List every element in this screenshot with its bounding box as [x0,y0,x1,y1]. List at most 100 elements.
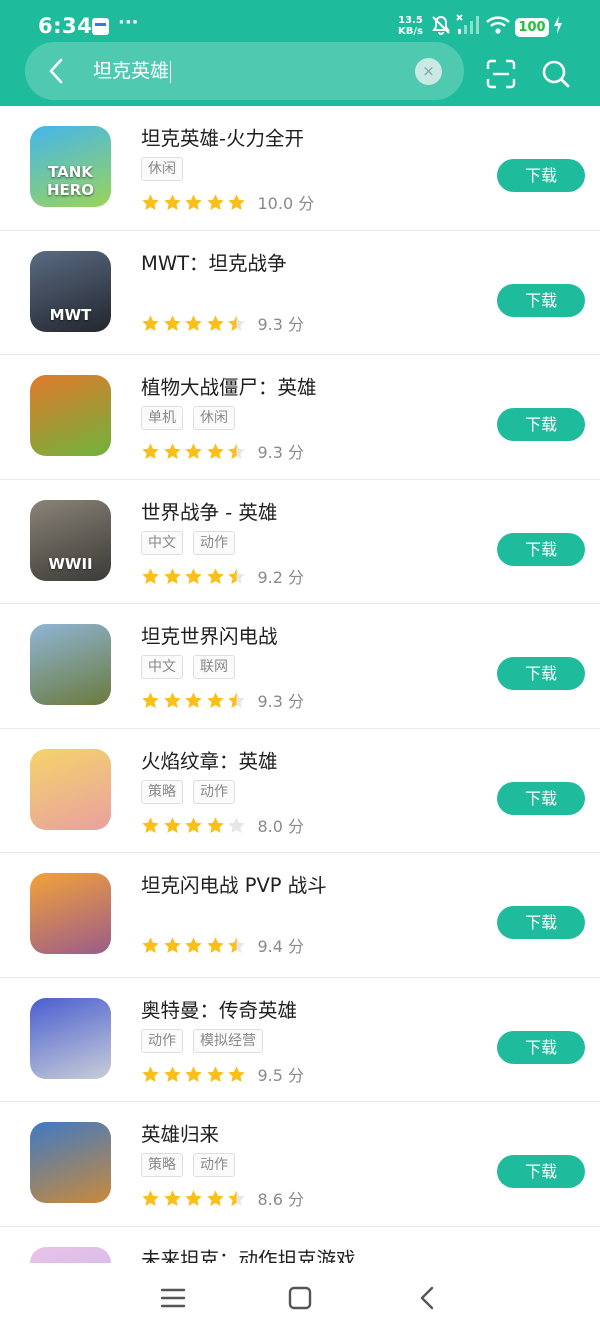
star-icon [228,816,245,833]
star-rating [141,192,249,212]
app-list-item[interactable]: 植物大战僵尸：英雄单机 休闲 9.3 分 下载 [0,355,600,480]
app-rating: 9.4 分 [141,933,304,957]
star-icon [163,816,181,833]
scan-icon[interactable] [486,59,516,89]
download-button[interactable]: 下载 [497,906,585,939]
download-button[interactable]: 下载 [497,532,585,566]
app-score: 9.3 分 [257,443,305,462]
search-input[interactable]: 坦克英雄 [93,58,172,84]
app-title[interactable]: 植物大战僵尸：英雄 [141,371,317,400]
star-icon [185,692,202,709]
search-icon[interactable] [541,59,571,89]
star-rating [141,935,249,955]
app-list-item[interactable]: 火焰纹章：英雄 策略 动作 8.0 分 下载 [0,729,600,853]
download-button[interactable]: 下载 [497,1155,585,1188]
app-title[interactable]: 坦克世界闪电战 [141,620,278,649]
app-icon[interactable]: WWII [30,499,111,581]
menu-icon[interactable] [158,1283,188,1313]
app-icon-label: TANK HERO [46,163,95,199]
app-tags: 策略 动作 [141,1153,235,1177]
app-title[interactable]: 世界战争 - 英雄 [141,496,277,525]
app-score: 9.5 分 [257,1065,305,1085]
app-tag: 休闲 [141,157,183,181]
app-list-item[interactable]: 奥特曼：传奇英雄动作 模拟经营 9.5 分 下载 [0,978,600,1102]
app-list-item[interactable]: WWII 世界战争 - 英雄 中文 动作 9.2 分 下载 [0,480,600,604]
app-icon[interactable] [30,624,111,705]
app-list-item[interactable]: 坦克闪电战 PVP 战斗 9.4 分 下载 [0,853,600,978]
app-tags: 休闲 [141,157,183,181]
app-tags: 单机 休闲 [141,406,235,430]
app-rating: 8.0 分 [141,813,304,837]
clear-search-button[interactable]: × [415,58,442,85]
app-icon[interactable] [30,375,111,456]
signal-icon [456,14,479,34]
app-icon[interactable] [30,873,111,954]
app-title[interactable]: 坦克英雄-火力全开 [141,122,304,151]
star-icon [163,937,181,954]
app-title[interactable]: 火焰纹章：英雄 [141,745,278,774]
app-rating: 10.0 分 [141,190,314,214]
app-icon[interactable]: MWT [30,250,111,332]
app-tag: 动作 [193,1153,235,1177]
app-score: 10.0 分 [257,194,315,213]
app-icon[interactable] [30,997,111,1079]
net-speed-value: 13.5 [398,15,423,26]
app-title[interactable]: 未来坦克：动作坦克游戏 [141,1243,356,1264]
download-button[interactable]: 下载 [497,781,585,815]
app-list-item[interactable]: 坦克世界闪电战 中文 联网 9.3 分 下载 [0,604,600,729]
home-icon[interactable] [285,1283,315,1313]
app-list-item[interactable]: 未来坦克：动作坦克游戏 [0,1227,600,1264]
star-icon [163,443,181,460]
app-tag: 策略 [141,779,183,804]
back-arrow-icon[interactable] [42,54,72,88]
star-icon [228,567,245,584]
app-list-item[interactable]: MWT MWT：坦克战争 9.3 分 下载 [0,231,600,355]
app-tag: 动作 [141,1028,183,1053]
app-title[interactable]: MWT：坦克战争 [141,247,287,276]
download-button[interactable]: 下载 [497,283,585,317]
app-icon[interactable] [30,748,111,830]
star-icon [228,314,245,331]
app-icon-label: MWT [49,305,92,324]
star-icon [142,937,159,954]
star-icon [142,443,159,460]
app-icon[interactable]: TANK HERO [30,126,111,207]
search-results-list[interactable]: TANK HERO 坦克英雄-火力全开 休闲 10.0 分下载 MWT MWT：坦克战争 9… [0,106,600,1263]
download-button[interactable]: 下载 [497,1030,585,1064]
star-rating [141,1188,249,1208]
star-icon [142,314,159,331]
star-icon [163,1065,181,1082]
app-tag: 单机 [141,406,183,430]
star-icon [206,194,224,211]
app-score: 9.3 分 [257,314,305,334]
app-title[interactable]: 英雄归来 [141,1118,219,1147]
app-tag: 中文 [141,655,183,679]
star-icon [206,567,224,584]
app-list-item[interactable]: TANK HERO 坦克英雄-火力全开休闲 10.0 分 下载 [0,106,600,231]
star-icon [228,443,245,460]
star-rating [141,313,249,333]
app-icon[interactable] [30,1122,111,1203]
app-title[interactable]: 坦克闪电战 PVP 战斗 [141,869,327,898]
star-icon [185,194,202,211]
star-icon [228,937,245,954]
search-query: 坦克英雄 [93,60,170,82]
back-icon[interactable] [413,1283,443,1313]
app-title[interactable]: 奥特曼：传奇英雄 [141,994,297,1023]
app-notification-icon [92,18,109,35]
app-tags: 动作 模拟经营 [141,1028,263,1053]
app-icon[interactable] [30,1246,111,1263]
network-speed: 13.5 KB/s [398,15,423,37]
app-score: 8.6 分 [257,1190,305,1209]
navigation-bar [0,1263,600,1333]
star-rating [141,815,249,835]
star-icon [206,314,224,331]
download-button[interactable]: 下载 [497,159,585,192]
download-button[interactable]: 下载 [497,657,585,690]
app-list-item[interactable]: 英雄归来策略 动作 8.6 分 下载 [0,1102,600,1227]
download-button[interactable]: 下载 [497,408,585,441]
star-icon [185,1190,202,1207]
search-box[interactable] [25,42,464,100]
app-tag: 中文 [141,530,183,555]
app-tag: 联网 [193,655,235,679]
